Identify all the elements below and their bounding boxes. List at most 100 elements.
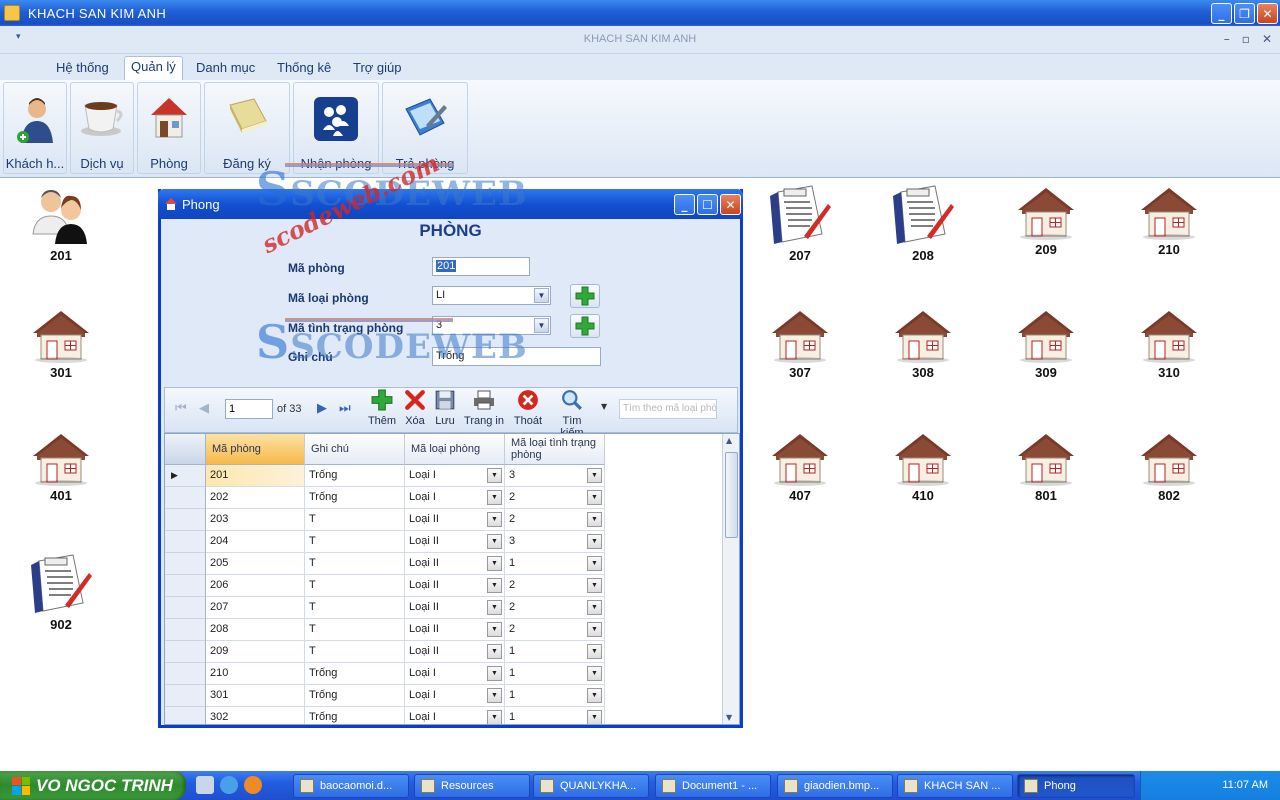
move-last-icon[interactable]: ⏭: [339, 401, 351, 416]
chevron-down-icon[interactable]: ▼: [601, 402, 607, 411]
room-item-407[interactable]: 407: [755, 430, 845, 503]
grid-cell[interactable]: T: [305, 597, 405, 619]
start-button[interactable]: VO NGOC TRINH: [0, 771, 186, 800]
grid-combo-cell[interactable]: Loại I ▼: [405, 487, 505, 509]
grid-cell[interactable]: 210: [206, 663, 305, 685]
grid-cell[interactable]: T: [305, 575, 405, 597]
close-button[interactable]: ✕: [1257, 3, 1278, 24]
grid-cell[interactable]: 206: [206, 575, 305, 597]
grid-cell[interactable]: T: [305, 553, 405, 575]
grid-combo-cell[interactable]: Loại II ▼: [405, 641, 505, 663]
grid-combo-cell[interactable]: 1 ▼: [505, 553, 605, 575]
grid-combo-cell[interactable]: Loại II ▼: [405, 575, 505, 597]
row-header[interactable]: [165, 597, 206, 619]
scroll-thumb[interactable]: [725, 452, 738, 538]
ghi-chu-input[interactable]: Trống: [432, 347, 601, 366]
chevron-down-icon[interactable]: ▼: [587, 710, 602, 724]
taskbar-button[interactable]: Document1 - ...: [655, 774, 771, 798]
ma-phong-input[interactable]: 201: [432, 257, 530, 276]
save-button[interactable]: Lưu: [432, 389, 458, 427]
taskbar-button[interactable]: giaodien.bmp...: [777, 774, 893, 798]
chevron-down-icon[interactable]: ▼: [487, 710, 502, 724]
ie-icon[interactable]: [220, 776, 238, 794]
taskbar-button[interactable]: baocaomoi.d...: [293, 774, 409, 798]
inner-restore-button[interactable]: ▫: [1242, 32, 1250, 46]
search-input[interactable]: Tìm theo mã loại phòng: [619, 399, 717, 419]
grid-combo-cell[interactable]: 3 ▼: [505, 465, 605, 487]
delete-button[interactable]: Xóa: [402, 389, 428, 427]
ribbon-khach-hang-button[interactable]: Khách h...: [3, 82, 67, 174]
chevron-down-icon[interactable]: ▼: [534, 318, 549, 333]
grid-cell[interactable]: 203: [206, 509, 305, 531]
taskbar-button[interactable]: KHACH SAN ...: [897, 774, 1013, 798]
chevron-down-icon[interactable]: ▼: [587, 688, 602, 703]
grid-combo-cell[interactable]: 2 ▼: [505, 509, 605, 531]
column-header[interactable]: Mã phòng: [206, 434, 305, 465]
restore-button[interactable]: ❐: [1234, 3, 1255, 24]
grid-combo-cell[interactable]: 1 ▼: [505, 685, 605, 707]
chevron-down-icon[interactable]: ▼: [587, 512, 602, 527]
dialog-close-button[interactable]: ✕: [720, 194, 741, 215]
room-item-210[interactable]: 210: [1124, 184, 1214, 257]
chevron-down-icon[interactable]: ▼: [487, 556, 502, 571]
room-item-307[interactable]: 307: [755, 307, 845, 380]
minimize-button[interactable]: _: [1211, 3, 1232, 24]
grid-combo-cell[interactable]: Loại I ▼: [405, 707, 505, 724]
show-desktop-icon[interactable]: [196, 776, 214, 794]
print-button[interactable]: Trang in: [462, 389, 506, 427]
row-header[interactable]: [165, 553, 206, 575]
grid-cell[interactable]: Trống: [305, 487, 405, 509]
room-item-801[interactable]: 801: [1001, 430, 1091, 503]
chevron-down-icon[interactable]: ▼: [487, 644, 502, 659]
column-header[interactable]: Mã loại tình trạng phòng: [505, 434, 605, 465]
grid-cell[interactable]: T: [305, 531, 405, 553]
grid-cell[interactable]: 301: [206, 685, 305, 707]
add-loai-phong-button[interactable]: [570, 284, 600, 308]
chevron-down-icon[interactable]: ▼: [487, 666, 502, 681]
ma-loai-phong-combo[interactable]: LI ▼: [432, 286, 551, 305]
ribbon-dich-vu-button[interactable]: Dịch vụ: [70, 82, 134, 174]
chevron-down-icon[interactable]: ▼: [487, 578, 502, 593]
column-header[interactable]: Mã loại phòng: [405, 434, 505, 465]
row-header[interactable]: [165, 663, 206, 685]
chevron-down-icon[interactable]: ▼: [487, 688, 502, 703]
chevron-down-icon[interactable]: ▼: [587, 490, 602, 505]
row-header[interactable]: [165, 685, 206, 707]
move-previous-icon[interactable]: ◀: [199, 401, 209, 416]
scroll-up-icon[interactable]: ▲: [726, 436, 732, 445]
chevron-down-icon[interactable]: ▼: [587, 534, 602, 549]
menu-quan-ly[interactable]: Quản lý: [124, 56, 183, 80]
room-item-401[interactable]: 401: [16, 430, 106, 503]
chevron-down-icon[interactable]: ▼: [487, 534, 502, 549]
grid-combo-cell[interactable]: 2 ▼: [505, 619, 605, 641]
grid-combo-cell[interactable]: 1 ▼: [505, 641, 605, 663]
grid-combo-cell[interactable]: 3 ▼: [505, 531, 605, 553]
menu-thong-ke[interactable]: Thống kê: [271, 58, 337, 77]
grid-corner[interactable]: [165, 434, 206, 465]
chevron-down-icon[interactable]: ▼: [587, 468, 602, 483]
chevron-down-icon[interactable]: ▼: [587, 622, 602, 637]
menu-danh-muc[interactable]: Danh mục: [190, 58, 261, 77]
grid-combo-cell[interactable]: Loại II ▼: [405, 553, 505, 575]
grid-combo-cell[interactable]: 1 ▼: [505, 663, 605, 685]
ribbon-nhan-phong-button[interactable]: Nhận phòng: [293, 82, 379, 174]
grid-combo-cell[interactable]: Loại I ▼: [405, 663, 505, 685]
row-header[interactable]: [165, 531, 206, 553]
room-item-802[interactable]: 802: [1124, 430, 1214, 503]
room-item-310[interactable]: 310: [1124, 307, 1214, 380]
grid-combo-cell[interactable]: Loại II ▼: [405, 597, 505, 619]
chevron-down-icon[interactable]: ▼: [587, 578, 602, 593]
row-header[interactable]: [165, 707, 206, 724]
grid-cell[interactable]: 207: [206, 597, 305, 619]
grid-cell[interactable]: T: [305, 619, 405, 641]
dialog-minimize-button[interactable]: _: [674, 194, 695, 215]
ribbon-phong-button[interactable]: Phòng: [137, 82, 201, 174]
grid-cell[interactable]: 302: [206, 707, 305, 724]
room-item-301[interactable]: 301: [16, 307, 106, 380]
grid-cell[interactable]: 205: [206, 553, 305, 575]
chevron-down-icon[interactable]: ▼: [587, 666, 602, 681]
chevron-down-icon[interactable]: ▼: [587, 600, 602, 615]
grid-cell[interactable]: Trống: [305, 707, 405, 724]
grid-cell[interactable]: Trống: [305, 685, 405, 707]
move-next-icon[interactable]: ▶: [317, 401, 327, 416]
